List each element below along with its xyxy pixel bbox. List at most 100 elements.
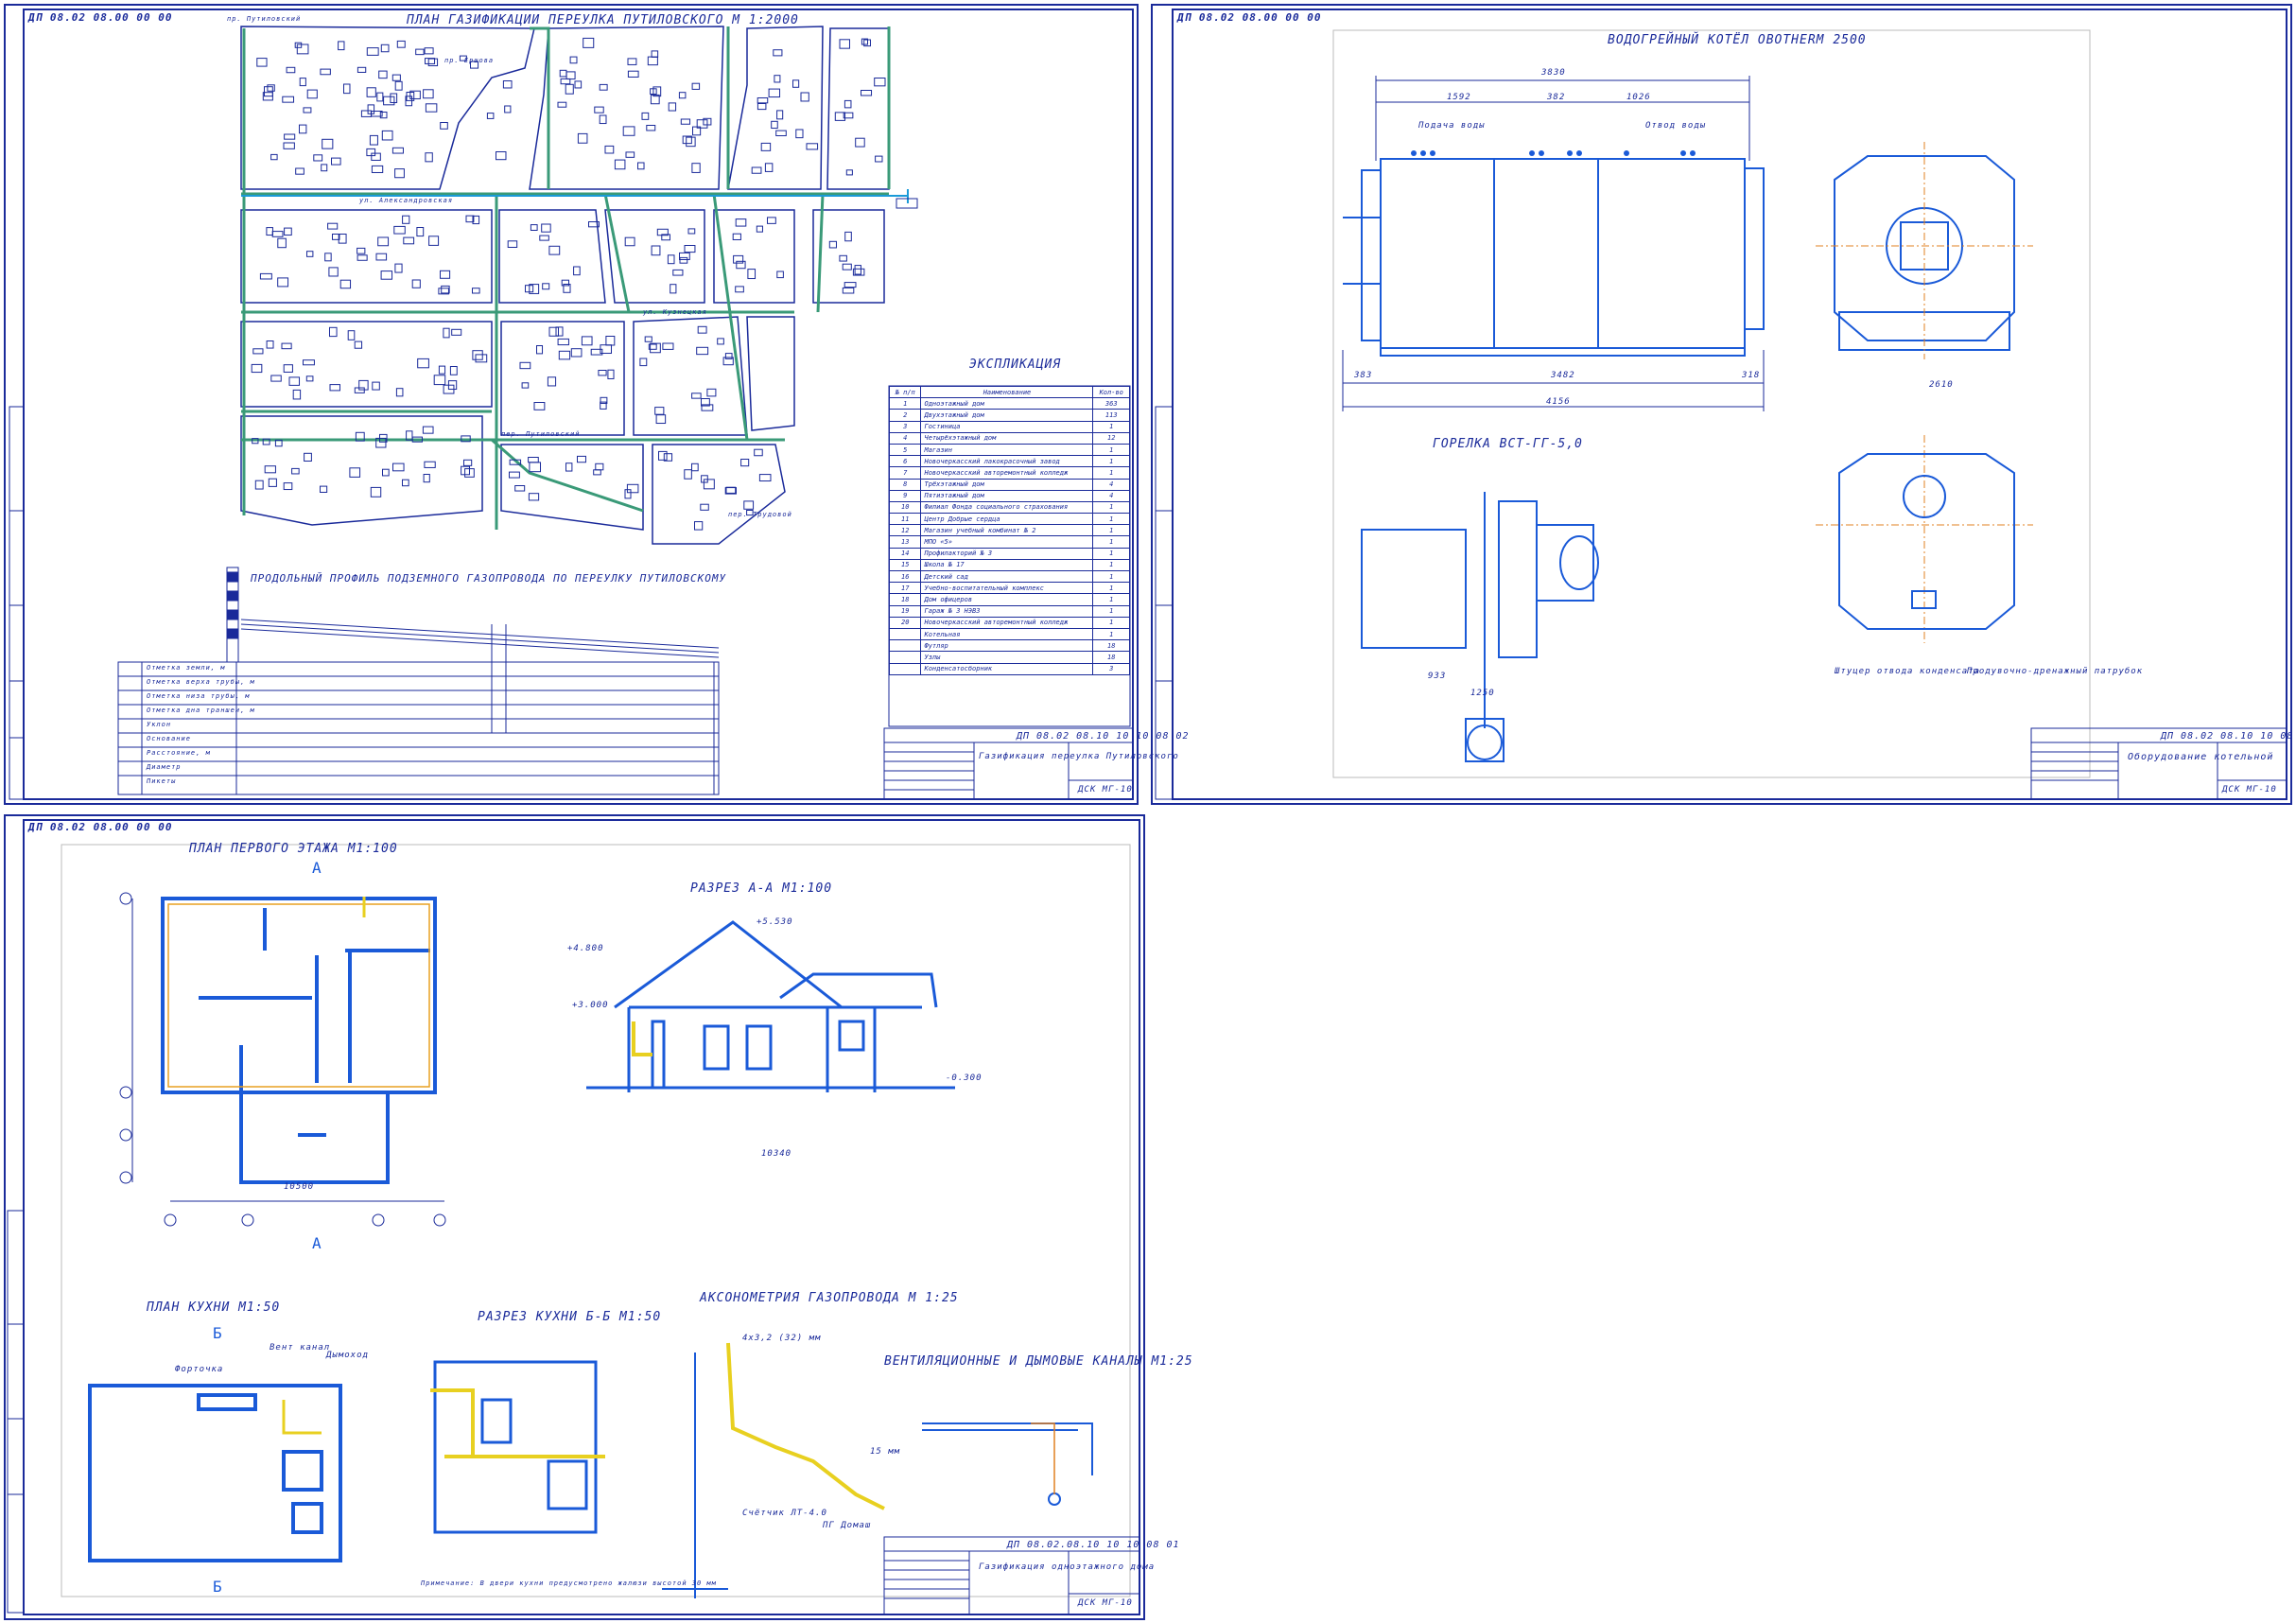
building	[427, 58, 439, 67]
explication-row: Узлы 18	[888, 651, 1130, 664]
section-a-a	[586, 920, 955, 1092]
explication-cell	[888, 639, 922, 653]
building	[357, 247, 366, 254]
building	[486, 113, 495, 119]
explication-cell	[888, 651, 922, 664]
building	[329, 326, 338, 338]
building	[331, 157, 341, 166]
building	[394, 80, 403, 91]
explication-cell: 16	[888, 569, 922, 584]
explication-cell: 1	[1092, 627, 1130, 641]
explication-cell: Детский сад	[920, 569, 1094, 584]
explication-cell: 363	[1092, 397, 1130, 410]
building	[415, 48, 425, 56]
explication-cell: 5	[888, 443, 922, 457]
street-label-1: пр. Путиловский	[227, 15, 302, 23]
profile-row-label: Диаметр	[147, 763, 182, 771]
street-label-4: ул. Кузнецкая	[643, 308, 707, 316]
building	[402, 215, 410, 224]
building	[725, 486, 737, 494]
level-2: +3.000	[572, 1001, 609, 1010]
explication-cell: 12	[1092, 431, 1130, 445]
explication-cell: Новочеркасский авторемонтный колледж	[920, 466, 1094, 480]
explication-row: 8 Трёхэтажный дом 4	[888, 478, 1130, 491]
building	[294, 42, 303, 48]
building	[844, 231, 852, 242]
building	[694, 521, 704, 531]
axon-title: АКСОНОМЕТРИЯ ГАЗОПРОВОДА М 1:25	[700, 1291, 959, 1305]
building	[370, 486, 382, 497]
plan-dim-total: 10500	[284, 1182, 315, 1192]
building	[732, 233, 741, 240]
street-label-3: ул. Александровская	[359, 197, 454, 204]
building	[570, 348, 583, 358]
explication-cell: Дом офицеров	[920, 593, 1094, 606]
dim-318: 318	[1742, 371, 1761, 380]
building	[717, 338, 724, 345]
explication-cell: 1	[1092, 420, 1130, 433]
building	[548, 326, 559, 337]
building	[583, 37, 595, 48]
dim-3482: 3482	[1551, 371, 1575, 380]
building	[577, 132, 588, 144]
building	[574, 80, 583, 89]
building	[758, 474, 772, 482]
building	[828, 240, 837, 249]
building	[343, 83, 351, 95]
building	[874, 78, 886, 87]
explication-cell: 10	[888, 500, 922, 515]
building	[423, 474, 430, 483]
building	[555, 326, 564, 337]
building	[662, 342, 674, 350]
vent-channels	[922, 1422, 1093, 1506]
explication-cell: Магазин учебный комбинат № 2	[920, 524, 1094, 537]
building	[539, 235, 549, 241]
stamp1-org: ДСК МГ-10	[1078, 785, 1133, 794]
stamp2-title: Оборудование котельной	[2128, 752, 2274, 762]
stamp2-code: ДП 08.02 08.10 10 08 03	[2161, 731, 2296, 742]
building	[349, 467, 361, 478]
building	[358, 379, 369, 391]
building	[264, 465, 276, 474]
building	[735, 286, 744, 293]
sheet-2	[1151, 4, 2292, 805]
explication-row: 6 Новочеркасский лакокрасочный завод 1	[888, 455, 1130, 468]
building	[776, 270, 784, 279]
vent-title: ВЕНТИЛЯЦИОННЫЕ И ДЫМОВЫЕ КАНАЛЫ М1:25	[884, 1354, 1193, 1369]
boiler-title: ВОДОГРЕЙНЫЙ КОТЁЛ OBOTHERM 2500	[1608, 33, 1867, 47]
building	[381, 130, 393, 141]
building	[548, 245, 561, 255]
explication-cell: 1	[1092, 604, 1130, 618]
explication-cell: Новочеркасский авторемонтный колледж	[920, 616, 1094, 629]
label-pipe: 4х3,2 (32) мм	[742, 1334, 822, 1343]
explication-row: 1 Одноэтажный дом 363	[888, 397, 1130, 410]
building	[369, 134, 378, 146]
building	[366, 148, 376, 157]
explication-cell: 113	[1092, 409, 1130, 422]
explication-cell: 4	[888, 431, 922, 445]
dim-4156: 4156	[1546, 397, 1571, 407]
explication-cell: 17	[888, 582, 922, 595]
label-15mm: 15 мм	[870, 1447, 901, 1457]
explication-cell: 13	[888, 535, 922, 549]
building	[320, 485, 328, 494]
building	[775, 130, 787, 137]
building	[792, 79, 800, 88]
explication-cell: 18	[1092, 639, 1130, 653]
building	[740, 459, 750, 467]
building	[654, 407, 665, 415]
explication-row: 11 Центр Добрые сердца 1	[888, 513, 1130, 526]
explication-cell: 1	[1092, 500, 1130, 515]
explication-cell: Трёхэтажный дом	[920, 478, 1094, 491]
explication-cell: 7	[888, 466, 922, 480]
building	[668, 102, 677, 112]
building	[625, 151, 635, 158]
building	[391, 74, 401, 81]
note-drain: Продувочно-дренажный патрубок	[1967, 667, 2144, 676]
building	[647, 56, 658, 66]
building	[703, 479, 715, 490]
building	[651, 50, 659, 58]
explication-row: 14 Профилакторий № 31	[888, 547, 1130, 560]
building	[440, 270, 451, 279]
explication-cell: 11	[888, 513, 922, 526]
